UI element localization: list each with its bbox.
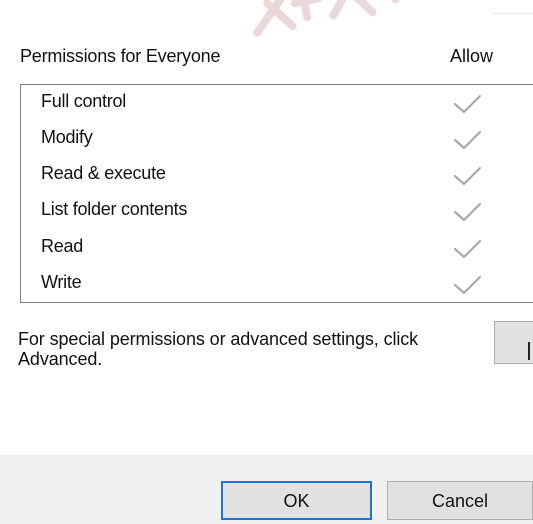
advanced-button-edge [528, 342, 530, 360]
cancel-button[interactable]: Cancel [387, 481, 533, 520]
permissions-title: Permissions for Everyone [20, 46, 221, 66]
top-divider [492, 13, 533, 14]
permission-row-list-folder-contents[interactable]: List folder contents [21, 193, 533, 231]
permission-label: List folder contents [41, 199, 188, 219]
check-icon [451, 128, 483, 152]
dialog-top-area [0, 0, 533, 20]
check-icon [451, 273, 483, 297]
permission-label: Read [41, 236, 84, 256]
permission-label: Read & execute [41, 163, 166, 183]
permission-row-full-control[interactable]: Full control [21, 85, 533, 123]
permission-label: Modify [41, 127, 93, 147]
check-icon [451, 200, 483, 224]
permission-row-modify[interactable]: Modify [21, 121, 533, 159]
allow-column-header: Allow [450, 46, 494, 66]
check-icon [451, 237, 483, 261]
security-dialog: Permissions for Everyone Allow Full cont… [0, 0, 533, 524]
permissions-header: Permissions for Everyone Allow [0, 42, 533, 74]
permission-row-read[interactable]: Read [21, 230, 533, 268]
permission-label: Write [41, 272, 82, 292]
check-icon [451, 164, 483, 188]
permissions-list[interactable]: Full control Modify Read & execute List … [20, 84, 533, 303]
advanced-help-text: For special permissions or advanced sett… [18, 329, 419, 369]
permission-label: Full control [41, 91, 127, 111]
check-icon [451, 92, 483, 116]
ok-button[interactable]: OK [221, 481, 372, 520]
permission-row-read-execute[interactable]: Read & execute [21, 157, 533, 195]
permission-row-write[interactable]: Write [21, 266, 533, 304]
